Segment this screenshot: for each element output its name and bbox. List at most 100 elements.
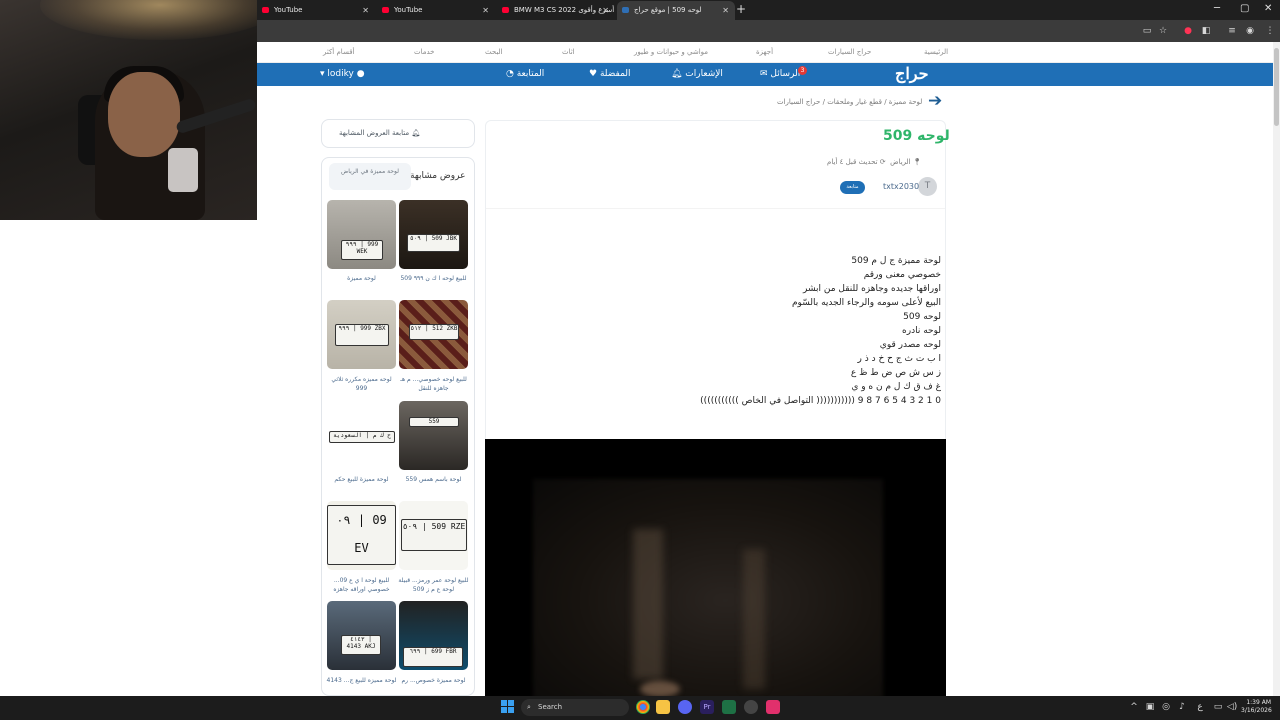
- tab-title: YouTube: [394, 6, 423, 14]
- excel-icon[interactable]: [722, 700, 736, 714]
- listing-caption[interactable]: للبيع لوحة عمر ورمز... قبيلة لوحة ع م ز …: [398, 576, 469, 594]
- description-line: ز س ش ص ض ط ظ ع: [850, 368, 941, 378]
- clock-date: 3/16/2026: [1241, 707, 1272, 714]
- description-line: لوحه 509: [903, 312, 941, 322]
- system-clock[interactable]: 1:39 AM 3/16/2026: [1241, 699, 1272, 715]
- notifications-link[interactable]: 🔔︎ الإشعارات: [671, 69, 723, 79]
- tab-title: BMW M3 CS 2022 أسرع وأقوى: [514, 6, 615, 14]
- extension-icon[interactable]: ●: [1182, 25, 1194, 37]
- close-icon[interactable]: ✕: [722, 1, 729, 20]
- tray-mic-icon[interactable]: ♪: [1176, 701, 1188, 713]
- minimize-button[interactable]: ─: [1214, 3, 1220, 14]
- ceiling-light: [40, 0, 257, 40]
- follow-seller-button[interactable]: متابعة: [840, 181, 865, 194]
- city-filter-chip[interactable]: لوحة مميزة في الرياض: [329, 163, 411, 190]
- nav-cars[interactable]: حراج السيارات: [828, 48, 871, 56]
- network-icon[interactable]: ▭: [1212, 701, 1224, 713]
- back-arrow-icon[interactable]: ➔: [928, 91, 942, 111]
- close-icon[interactable]: ✕: [362, 1, 369, 20]
- nav-services[interactable]: خدمات: [414, 48, 434, 56]
- tray-chevron-icon[interactable]: ^: [1128, 701, 1140, 713]
- new-tab-button[interactable]: +: [736, 2, 746, 16]
- breadcrumb-cars[interactable]: حراج السيارات: [777, 98, 820, 106]
- listing-caption[interactable]: لوحة باسم همس 559: [398, 475, 469, 484]
- close-window-button[interactable]: ✕: [1264, 3, 1272, 14]
- listing-thumb[interactable]: ٤١٤٣ | 4143 AKJ: [327, 601, 396, 670]
- tray-app-icon[interactable]: ◎: [1160, 701, 1172, 713]
- breadcrumb-plate[interactable]: لوحة مميزة: [889, 98, 923, 106]
- follow-similar-label: 🔔︎ متابعة العروض المشابهة: [339, 129, 420, 137]
- obs-icon[interactable]: [744, 700, 758, 714]
- tab-bmw[interactable]: BMW M3 CS 2022 أسرع وأقوى ✕: [497, 1, 615, 20]
- file-explorer-icon[interactable]: [656, 700, 670, 714]
- taskbar-search[interactable]: ⌕ Search: [521, 699, 629, 716]
- haraj-icon: [622, 7, 629, 13]
- plate-text: ٥١٢ | 512 ZKB: [409, 324, 459, 340]
- cast-icon[interactable]: ▭: [1141, 25, 1153, 37]
- tray-app-icon[interactable]: ▣: [1144, 701, 1156, 713]
- tab-youtube-2[interactable]: YouTube ✕: [377, 1, 495, 20]
- nav-search[interactable]: البحث: [485, 48, 503, 56]
- tab-haraj[interactable]: لوحه 509 | موقع حراج ✕: [617, 1, 735, 20]
- extensions-puzzle-icon[interactable]: ◧: [1200, 25, 1212, 37]
- avatar[interactable]: T: [918, 177, 937, 196]
- listing-thumb[interactable]: ٥١٢ | 512 ZKB: [399, 300, 468, 369]
- close-icon[interactable]: ✕: [482, 1, 489, 20]
- listing-caption[interactable]: للبيع لوحه ا ك ن ٩٩٩ 509: [398, 274, 469, 283]
- volume-icon[interactable]: ◁): [1226, 701, 1238, 713]
- listing-caption[interactable]: للبيع لوحه خصوصي... م هـ جاهزه للنقل: [398, 375, 469, 393]
- chrome-icon[interactable]: [636, 700, 650, 714]
- listing-caption[interactable]: لوحة مميزه للبيع ج... 4143: [326, 676, 397, 685]
- nav-furniture[interactable]: اثاث: [562, 48, 575, 56]
- listing-thumb[interactable]: ٥٠٩ | 509 JBK: [399, 200, 468, 269]
- listing-caption[interactable]: للبيع لوحة ا ي ع 09... خصوصي اوراقه جاهز…: [326, 576, 397, 594]
- nav-devices[interactable]: أجهزة: [756, 48, 773, 56]
- plate-text: ح ك م | السعودية: [329, 431, 395, 443]
- listing-thumb[interactable]: ٠٩ | 09 EV: [327, 501, 396, 570]
- input-language[interactable]: ع: [1194, 701, 1206, 713]
- youtube-icon: [502, 7, 509, 13]
- menu-dots-icon[interactable]: ⋮: [1264, 25, 1276, 37]
- bookmark-star-icon[interactable]: ☆: [1157, 25, 1169, 37]
- nav-animals[interactable]: مواشي و حيوانات و طيور: [634, 48, 708, 56]
- premiere-icon[interactable]: Pr: [700, 700, 714, 714]
- discord-icon[interactable]: [678, 700, 692, 714]
- listing-thumb[interactable]: ٥٠٩ | 509 RZE: [399, 501, 468, 570]
- seller-name[interactable]: txtx2030: [883, 182, 919, 191]
- listing-thumb[interactable]: 559: [399, 401, 468, 470]
- top-nav: الرئيسية حراج السيارات أجهزة مواشي و حيو…: [257, 42, 1273, 63]
- breadcrumb-parts[interactable]: قطع غيار وملحقات: [827, 98, 882, 106]
- messages-label: الرسائل: [770, 69, 801, 79]
- user-menu[interactable]: ▾ lodiky ●: [320, 69, 365, 79]
- windows-start-icon[interactable]: [501, 700, 514, 713]
- listing-thumb[interactable]: ٦٩٩ | 699 FBR: [399, 601, 468, 670]
- listing-caption[interactable]: لوحه مميزه مكرره ثلاثي 999: [326, 375, 397, 393]
- haraj-logo[interactable]: حراج: [895, 64, 929, 83]
- media-icon[interactable]: ≡: [1226, 25, 1238, 37]
- page-scrollbar[interactable]: [1273, 42, 1280, 696]
- favorites-link[interactable]: ♥ المفضلة: [589, 69, 631, 79]
- messages-link[interactable]: ✉ الرسائل: [760, 69, 800, 79]
- tab-youtube-1[interactable]: YouTube ✕: [257, 1, 375, 20]
- listing-thumb[interactable]: ٩٩٩ | 999 ZBX: [327, 300, 396, 369]
- listing-thumb[interactable]: ح ك م | السعودية: [327, 401, 396, 470]
- close-icon[interactable]: ✕: [602, 1, 609, 20]
- nav-home[interactable]: الرئيسية: [924, 48, 948, 56]
- listing-caption[interactable]: لوحة مميزة خصوص... رم: [398, 676, 469, 685]
- follow-similar-text: متابعة العروض المشابهة: [339, 129, 410, 137]
- maximize-button[interactable]: ▢: [1240, 3, 1249, 14]
- listing-thumb[interactable]: ٩٩٩ | 999 WEK: [327, 200, 396, 269]
- listing-caption[interactable]: لوحة مميزة للبيع حكم: [326, 475, 397, 484]
- plate-text: ٠٩ | 09 EV: [327, 505, 396, 565]
- description-line: غ ف ق ك ل م ن ه و ي: [851, 382, 941, 392]
- nav-more[interactable]: أقسام أكثر: [323, 48, 354, 56]
- plate-text: ٩٩٩ | 999 WEK: [341, 240, 383, 260]
- app-icon[interactable]: [766, 700, 780, 714]
- profile-icon[interactable]: ◉: [1244, 25, 1256, 37]
- listing-caption[interactable]: لوحة مميزة: [326, 274, 397, 283]
- description-line: لوحه نادره: [902, 326, 941, 336]
- scrollbar-thumb[interactable]: [1274, 48, 1279, 126]
- listing-city[interactable]: الرياض: [890, 158, 910, 166]
- following-link[interactable]: ◔ المتابعة: [506, 69, 544, 79]
- listing-video[interactable]: [485, 439, 946, 696]
